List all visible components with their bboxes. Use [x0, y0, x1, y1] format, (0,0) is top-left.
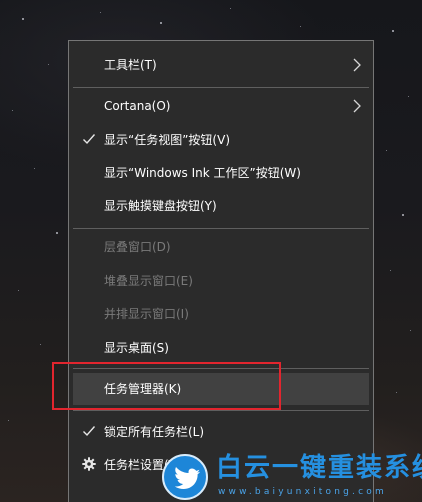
menu-item-show-task-view-button[interactable]: 显示“任务视图”按钮(V): [73, 124, 369, 156]
checkmark-icon: [83, 134, 96, 145]
menu-item-label: 层叠窗口(D): [104, 240, 171, 254]
menu-item-label: 堆叠显示窗口(E): [104, 274, 193, 288]
menu-item-cortana[interactable]: Cortana(O): [73, 90, 369, 122]
menu-item-show-windows-ink-button[interactable]: 显示“Windows Ink 工作区”按钮(W): [73, 157, 369, 189]
annotation-highlight-box: [52, 362, 281, 410]
star: [396, 392, 397, 393]
star: [48, 64, 49, 65]
star: [22, 18, 24, 20]
star: [100, 12, 101, 13]
star: [402, 214, 404, 216]
menu-item-side-by-side-windows: 并排显示窗口(I): [73, 298, 369, 330]
star: [230, 8, 231, 9]
desktop-background: 工具栏(T) Cortana(O) 显示“任务视图”按钮(V) 显示“Windo…: [0, 0, 422, 502]
menu-item-label: 显示触摸键盘按钮(Y): [104, 199, 217, 213]
chevron-right-icon: [353, 99, 361, 113]
menu-item-label: 显示桌面(S): [104, 341, 169, 355]
menu-item-label: 锁定所有任务栏(L): [104, 425, 205, 439]
star: [8, 420, 9, 421]
checkmark-icon: [83, 426, 96, 437]
star: [160, 22, 162, 24]
star: [18, 290, 19, 291]
menu-item-show-touch-keyboard-button[interactable]: 显示触摸键盘按钮(Y): [73, 190, 369, 222]
star: [386, 150, 387, 151]
menu-item-label: Cortana(O): [104, 99, 171, 113]
star: [392, 30, 394, 32]
star: [34, 168, 35, 169]
star: [12, 110, 13, 111]
chevron-right-icon: [353, 58, 361, 72]
menu-item-label: 工具栏(T): [104, 58, 157, 72]
menu-separator: [73, 410, 369, 411]
watermark-title: 白云一键重装系统: [216, 453, 422, 483]
star: [410, 330, 411, 331]
menu-item-label: 并排显示窗口(I): [104, 307, 189, 321]
menu-separator: [73, 228, 369, 229]
menu-item-stack-windows: 堆叠显示窗口(E): [73, 265, 369, 297]
menu-item-label: 显示“任务视图”按钮(V): [104, 133, 231, 147]
menu-item-show-desktop[interactable]: 显示桌面(S): [73, 332, 369, 364]
gear-icon: [82, 457, 96, 471]
bird-logo-icon: [162, 454, 208, 500]
star: [390, 270, 391, 271]
bird-logo-icon: [174, 467, 200, 489]
menu-item-lock-taskbars[interactable]: 锁定所有任务栏(L): [73, 416, 369, 448]
star: [40, 344, 41, 345]
star: [56, 232, 58, 234]
menu-item-toolbars[interactable]: 工具栏(T): [73, 49, 369, 81]
menu-separator: [73, 87, 369, 88]
menu-item-cascade-windows: 层叠窗口(D): [73, 231, 369, 263]
star: [408, 96, 409, 97]
menu-item-label: 显示“Windows Ink 工作区”按钮(W): [104, 166, 301, 180]
watermark-url: www.baiyunxitong.com: [218, 487, 387, 497]
watermark: 白云一键重装系统 www.baiyunxitong.com: [160, 452, 422, 502]
star: [300, 26, 301, 27]
taskbar-context-menu: 工具栏(T) Cortana(O) 显示“任务视图”按钮(V) 显示“Windo…: [68, 40, 374, 502]
